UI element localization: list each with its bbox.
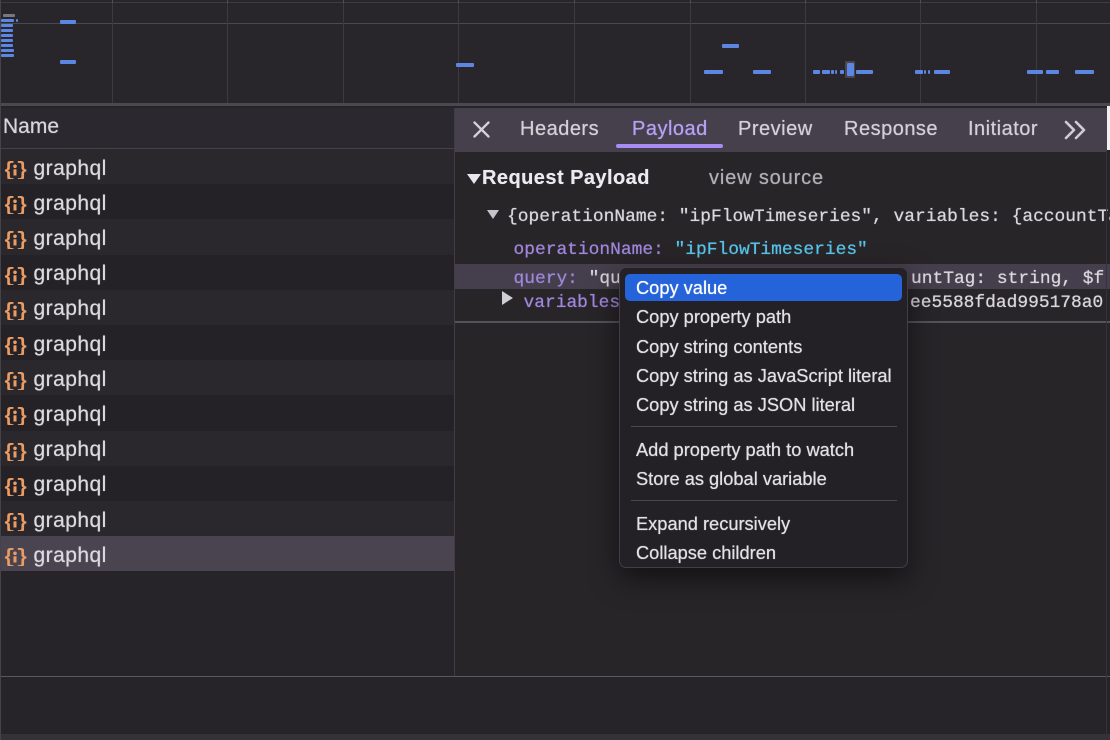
svg-text:{: { xyxy=(3,160,15,179)
svg-text:}: } xyxy=(16,301,27,320)
svg-text:{: { xyxy=(3,371,15,390)
svg-text:}: } xyxy=(16,442,27,461)
svg-text:}: } xyxy=(16,160,27,179)
svg-text:}: } xyxy=(16,477,27,496)
svg-text:{: { xyxy=(3,512,15,531)
svg-text:}: } xyxy=(16,230,27,249)
svg-text:}: } xyxy=(16,406,27,425)
svg-text:}: } xyxy=(16,266,27,285)
svg-text:{: { xyxy=(3,442,15,461)
svg-text:{: { xyxy=(3,230,15,249)
svg-text:{: { xyxy=(3,336,15,355)
svg-text:}: } xyxy=(16,371,27,390)
svg-text:{: { xyxy=(3,477,15,496)
svg-text:}: } xyxy=(16,336,27,355)
svg-text:}: } xyxy=(16,512,27,531)
svg-text:{: { xyxy=(3,301,15,320)
svg-text:}: } xyxy=(16,195,27,214)
svg-text:{: { xyxy=(3,266,15,285)
svg-text:{: { xyxy=(3,547,15,566)
svg-text:{: { xyxy=(3,195,15,214)
svg-text:{: { xyxy=(3,406,15,425)
svg-text:}: } xyxy=(16,547,27,566)
